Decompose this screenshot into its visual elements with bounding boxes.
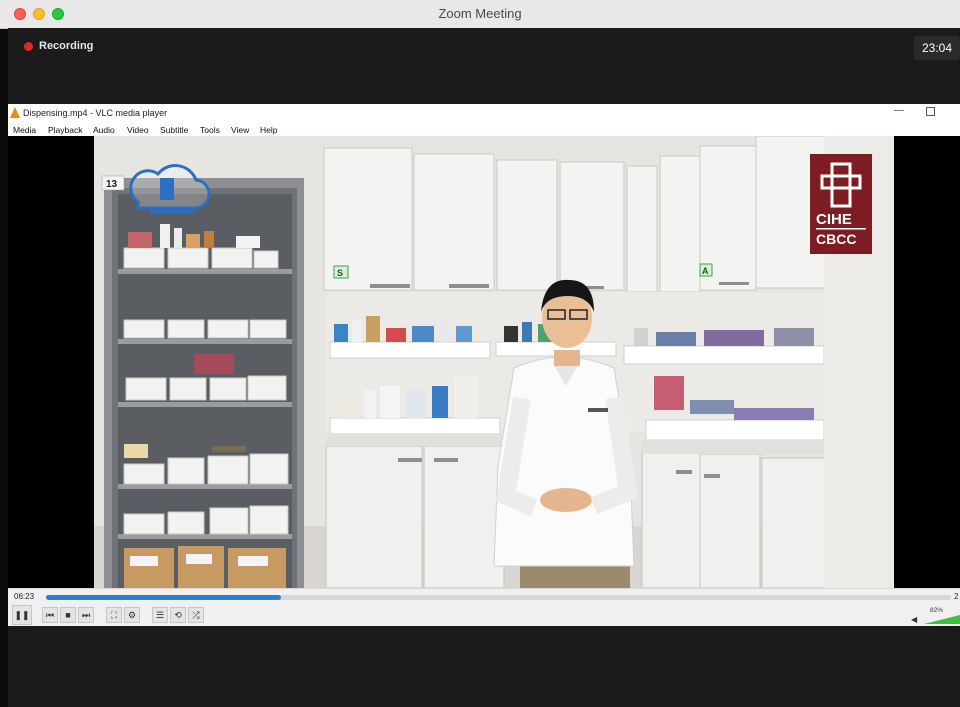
video-frame: 13 S A CIHE CBCC [94,136,894,588]
previous-button[interactable]: ⏮ [42,607,58,623]
vlc-titlebar: Dispensing.mp4 - VLC media player — [8,104,960,122]
recording-label: Recording [39,40,94,52]
logo-text-top: CIHE [816,211,852,228]
volume-slider[interactable] [924,615,960,624]
zoom-bottom-bar [8,626,960,707]
menu-tools[interactable]: Tools [200,125,220,135]
window-titlebar: Zoom Meeting [0,0,960,29]
bin-label-s: S [337,268,343,278]
meeting-timer: 23:04 [913,36,960,60]
stop-button[interactable]: ■ [60,607,76,623]
menu-audio[interactable]: Audio [93,125,115,135]
vlc-window: Dispensing.mp4 - VLC media player — Medi… [8,104,960,627]
vlc-cone-icon [10,107,20,118]
seek-bar-progress [46,595,282,600]
next-button[interactable]: ⏭ [78,607,94,623]
shelf-number: 13 [106,179,118,190]
vlc-menubar: Media Playback Audio Video Subtitle Tool… [8,122,960,136]
recording-indicator[interactable]: Recording [24,40,93,52]
pharmacy-scene-image: 13 S A CIHE CBCC [94,136,894,588]
logo-text-bottom: CBCC [816,231,856,247]
pause-button[interactable]: ❚❚ [12,605,32,625]
bin-label-a: A [702,266,709,276]
vlc-title: Dispensing.mp4 - VLC media player [23,108,168,118]
playlist-button[interactable]: ☰ [152,607,168,623]
menu-media[interactable]: Media [13,125,36,135]
menu-help[interactable]: Help [260,125,277,135]
menu-view[interactable]: View [231,125,249,135]
restore-icon[interactable] [926,107,935,116]
recording-dot-icon [24,41,33,51]
menu-playback[interactable]: Playback [48,125,83,135]
loop-button[interactable]: ⟲ [170,607,186,623]
extended-settings-button[interactable]: ⚙ [124,607,140,623]
zoom-top-bar: Recording 23:04 [8,28,960,104]
window-title: Zoom Meeting [438,6,522,21]
seek-bar[interactable] [46,595,951,600]
cihe-cbcc-logo: CIHE CBCC [810,154,872,254]
minimize-icon[interactable]: — [894,105,904,116]
menu-video[interactable]: Video [127,125,149,135]
fullscreen-button[interactable]: ⛶ [106,607,122,623]
volume-level: 82% [930,607,944,614]
video-area[interactable]: 13 S A CIHE CBCC [8,136,960,588]
shuffle-button[interactable]: ⤮ [188,607,204,623]
menu-subtitle[interactable]: Subtitle [160,125,188,135]
vlc-controls: 06:23 2 ❚❚ ⏮ ■ ⏭ ⛶ ⚙ ☰ ⟲ ⤮ ◀ 82% [8,588,960,627]
elapsed-time: 06:23 [14,592,35,601]
speaker-icon[interactable]: ◀ [911,615,917,624]
remaining-time: 2 [954,592,959,601]
